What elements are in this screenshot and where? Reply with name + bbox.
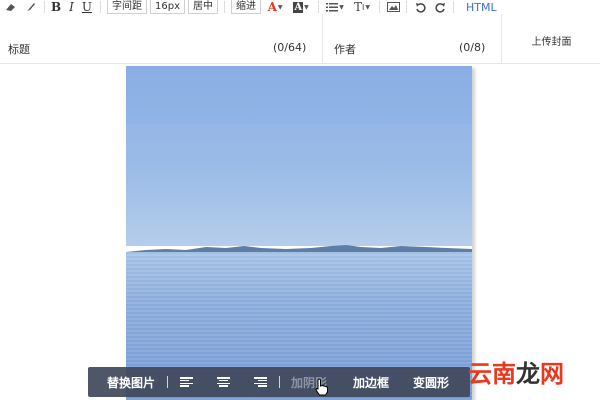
align-right-icon[interactable]	[254, 377, 268, 387]
toolbar-divider	[279, 376, 281, 388]
author-field[interactable]: 作者 (0/8)	[326, 14, 500, 64]
align-center-button[interactable]: 居中	[188, 0, 219, 14]
font-size-button[interactable]: 16px	[150, 0, 186, 14]
watermark-char: 网	[540, 360, 564, 388]
toolbar-divider	[167, 376, 169, 388]
underline-icon[interactable]: U	[82, 0, 92, 14]
eraser-icon[interactable]	[4, 0, 18, 14]
toolbar-divider	[453, 1, 455, 13]
letter-spacing-button[interactable]: 字间距	[107, 0, 148, 14]
html-toggle[interactable]: HTML	[466, 1, 497, 14]
toolbar-divider	[44, 1, 45, 13]
image-sky-band	[126, 124, 472, 154]
toolbar-divider	[224, 1, 226, 13]
list-icon[interactable]: ▼	[325, 0, 345, 14]
field-divider	[322, 14, 323, 64]
image-sky	[126, 66, 472, 246]
hand-cursor-icon	[315, 378, 328, 396]
redo-icon[interactable]	[433, 0, 447, 14]
image-action-toolbar: 替换图片 加阴影 加边框 变圆形	[88, 367, 470, 397]
replace-image-button[interactable]: 替换图片	[107, 374, 155, 391]
article-image[interactable]	[126, 66, 472, 400]
author-label: 作者	[334, 43, 356, 56]
watermark-char: 南	[492, 360, 516, 388]
toolbar-divider	[100, 1, 102, 13]
author-char-count: (0/8)	[459, 41, 486, 54]
site-watermark: 云南龙网	[468, 354, 564, 389]
make-round-button[interactable]: 变圆形	[413, 374, 449, 391]
toolbar-divider	[406, 1, 408, 13]
watermark-char: 云	[468, 360, 492, 388]
watermark-char: 龙	[516, 360, 540, 388]
bold-icon[interactable]: B	[51, 0, 61, 14]
font-color-icon[interactable]: A ▼	[264, 0, 286, 14]
text-style-icon[interactable]: T I ▼	[351, 0, 373, 14]
title-char-count: (0/64)	[273, 41, 307, 54]
upload-cover-button[interactable]: 上传封面	[503, 33, 600, 48]
editor-toolbar: B I U 字间距 16px 居中 缩进 A ▼ A ▼ ▼ T I ▼ HTML	[0, 0, 600, 14]
add-border-button[interactable]: 加边框	[353, 374, 389, 391]
align-center-icon[interactable]	[217, 377, 231, 387]
title-label: 标题	[8, 43, 30, 56]
toolbar-divider	[318, 1, 320, 13]
highlight-icon[interactable]: A ▼	[290, 0, 312, 14]
toolbar-divider	[379, 1, 381, 13]
field-divider	[501, 14, 502, 64]
image-icon[interactable]	[386, 0, 400, 14]
meta-row: 标题 (0/64) 作者 (0/8) 上传封面	[0, 14, 600, 64]
align-left-icon[interactable]	[180, 377, 194, 387]
italic-icon[interactable]: I	[69, 0, 74, 14]
brush-icon[interactable]	[24, 0, 38, 14]
indent-button[interactable]: 缩进	[231, 0, 262, 14]
title-field[interactable]: 标题 (0/64)	[0, 14, 322, 64]
undo-icon[interactable]	[413, 0, 427, 14]
